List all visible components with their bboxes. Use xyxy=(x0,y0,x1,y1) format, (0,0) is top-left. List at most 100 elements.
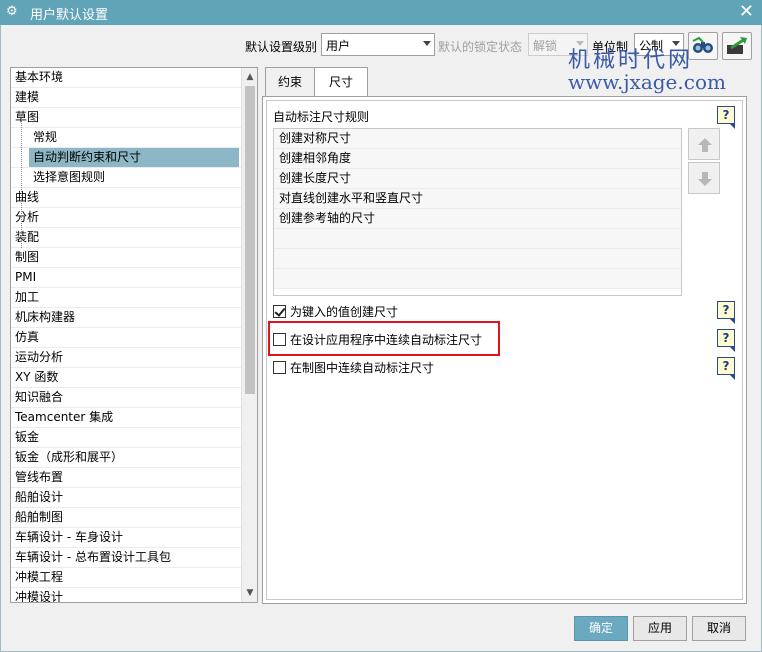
arrow-up-icon xyxy=(698,138,712,152)
tree-item[interactable]: 运动分析 xyxy=(11,348,241,368)
arrow-down-icon xyxy=(698,172,712,186)
scroll-up-icon[interactable]: ▲ xyxy=(245,70,255,84)
tree-item-label: 钣金（成形和展平） xyxy=(15,450,124,464)
help-icon[interactable]: ? xyxy=(717,301,735,324)
tree-item[interactable]: 钣金（成形和展平） xyxy=(11,448,241,468)
tree-item[interactable]: 仿真 xyxy=(11,328,241,348)
tree-item-label: 船舶制图 xyxy=(15,510,64,524)
move-up-button[interactable] xyxy=(688,128,720,160)
move-down-button[interactable] xyxy=(688,162,720,194)
cancel-button[interactable]: 取消 xyxy=(692,616,746,641)
tree-item[interactable]: XY 函数 xyxy=(11,368,241,388)
option-create-dim-for-typed-value[interactable]: 为键入的值创建尺寸 xyxy=(273,303,398,320)
tree-item-label: 装配 xyxy=(15,230,40,244)
tree-item[interactable]: 基本环境 xyxy=(11,68,241,88)
close-icon[interactable]: ✕ xyxy=(739,2,754,22)
title-bar: ⚙ 用户默认设置 ✕ xyxy=(0,0,762,25)
tree-item[interactable]: Teamcenter 集成 xyxy=(11,408,241,428)
rule-empty-row xyxy=(274,269,681,289)
tree-scrollbar[interactable]: ▲ ▼ xyxy=(241,68,257,602)
checkbox[interactable] xyxy=(273,361,286,374)
help-icon[interactable]: ? xyxy=(717,357,735,380)
tree-connector xyxy=(21,118,22,248)
tree-item-label: 分析 xyxy=(15,210,40,224)
tree-item[interactable]: 加工 xyxy=(11,288,241,308)
checkbox[interactable] xyxy=(273,305,286,318)
apply-button[interactable]: 应用 xyxy=(633,616,687,641)
tree-item[interactable]: 装配 xyxy=(11,228,241,248)
level-select[interactable]: 用户 xyxy=(321,33,435,56)
option-label: 在制图中连续自动标注尺寸 xyxy=(290,361,435,375)
scroll-down-icon[interactable]: ▼ xyxy=(245,586,255,600)
tree-item[interactable]: 分析 xyxy=(11,208,241,228)
tree-item[interactable]: 管线布置 xyxy=(11,468,241,488)
tab-constraints[interactable]: 约束 xyxy=(265,67,315,97)
tree-item-label: 车辆设计 - 车身设计 xyxy=(15,530,123,544)
checkbox[interactable] xyxy=(273,333,286,346)
tree-item[interactable]: 草图 xyxy=(11,108,241,128)
tree-item-label: Teamcenter 集成 xyxy=(15,410,114,424)
option-label: 在设计应用程序中连续自动标注尺寸 xyxy=(290,333,483,347)
tree-item-label: PMI xyxy=(15,270,37,284)
tree-item-label: 制图 xyxy=(15,250,40,264)
category-tree[interactable]: 基本环境建模草图常规自动判断约束和尺寸选择意图规则曲线分析装配制图 PMI 加工机床… xyxy=(10,67,258,603)
rule-item[interactable]: 创建参考轴的尺寸 xyxy=(274,209,681,229)
tree-item-label: 建模 xyxy=(15,90,40,104)
help-icon[interactable]: ? xyxy=(717,329,735,352)
option-continuous-auto-dim-drafting[interactable]: 在制图中连续自动标注尺寸 xyxy=(273,359,434,376)
tree-item[interactable]: 冲模设计 xyxy=(11,588,241,603)
tree-item[interactable]: 自动判断约束和尺寸 xyxy=(11,148,241,168)
rule-item[interactable]: 对直线创建水平和竖直尺寸 xyxy=(274,189,681,209)
tree-item-label: 草图 xyxy=(15,110,40,124)
ok-button[interactable]: 确定 xyxy=(574,616,628,641)
export-defaults-button[interactable] xyxy=(722,32,752,60)
tree-item[interactable]: 建模 xyxy=(11,88,241,108)
watermark: 机械时代网 www.jxage.com xyxy=(568,42,726,94)
rule-empty-row xyxy=(274,229,681,249)
window-title: 用户默认设置 xyxy=(30,8,109,23)
tab-dimensions[interactable]: 尺寸 xyxy=(314,67,368,98)
tree-item[interactable]: 常规 xyxy=(11,128,241,148)
chevron-down-icon xyxy=(423,41,431,46)
tree-item[interactable]: 船舶制图 xyxy=(11,508,241,528)
tree-item-label: 选择意图规则 xyxy=(33,170,106,184)
rule-item[interactable]: 创建相邻角度 xyxy=(274,149,681,169)
scrollbar-thumb[interactable] xyxy=(245,86,255,394)
tree-item[interactable]: 钣金 xyxy=(11,428,241,448)
tree-item[interactable]: 车辆设计 - 车身设计 xyxy=(11,528,241,548)
tree-item-label: 仿真 xyxy=(15,330,40,344)
tree-item-label: XY 函数 xyxy=(15,370,59,384)
tree-item[interactable]: 制图 xyxy=(11,248,241,268)
rule-list[interactable]: 创建对称尺寸 创建相邻角度 创建长度尺寸 对直线创建水平和竖直尺寸 创建参考轴的尺寸 xyxy=(273,128,682,296)
help-icon[interactable]: ? xyxy=(717,106,735,129)
tree-item-label: 冲模工程 xyxy=(15,570,64,584)
option-continuous-auto-dim-design[interactable]: 在设计应用程序中连续自动标注尺寸 xyxy=(273,331,482,348)
tree-item[interactable]: 知识融合 xyxy=(11,388,241,408)
tree-item-label: 自动判断约束和尺寸 xyxy=(29,148,239,167)
lock-label: 默认的锁定状态 xyxy=(438,40,523,54)
tree-item[interactable]: 选择意图规则 xyxy=(11,168,241,188)
tree-item[interactable]: 曲线 xyxy=(11,188,241,208)
tree-item[interactable]: 船舶设计 xyxy=(11,488,241,508)
tree-item-label: 钣金 xyxy=(15,430,40,444)
tree-item-label: 船舶设计 xyxy=(15,490,64,504)
tree-item-label: 冲模设计 xyxy=(15,590,64,603)
rule-empty-row xyxy=(274,249,681,269)
tree-item-label: 基本环境 xyxy=(15,70,64,84)
level-select-value: 用户 xyxy=(326,39,351,53)
rule-item[interactable]: 创建对称尺寸 xyxy=(274,129,681,149)
watermark-url: www.jxage.com xyxy=(568,70,726,94)
tree-item-label: 加工 xyxy=(15,290,40,304)
tree-item[interactable]: 冲模工程 xyxy=(11,568,241,588)
tree-item[interactable]: 车辆设计 - 总布置设计工具包 xyxy=(11,548,241,568)
tree-item-label: 常规 xyxy=(33,130,58,144)
rule-item[interactable]: 创建长度尺寸 xyxy=(274,169,681,189)
lock-select-value: 解锁 xyxy=(533,39,558,53)
level-label: 默认设置级别 xyxy=(245,40,318,54)
tree-item-label: 机床构建器 xyxy=(15,310,76,324)
tree-item[interactable]: PMI xyxy=(11,268,241,288)
export-arrow-icon xyxy=(727,37,747,54)
tree-item-label: 车辆设计 - 总布置设计工具包 xyxy=(15,550,171,564)
tree-item[interactable]: 机床构建器 xyxy=(11,308,241,328)
settings-gear-icon: ⚙ xyxy=(6,4,18,19)
